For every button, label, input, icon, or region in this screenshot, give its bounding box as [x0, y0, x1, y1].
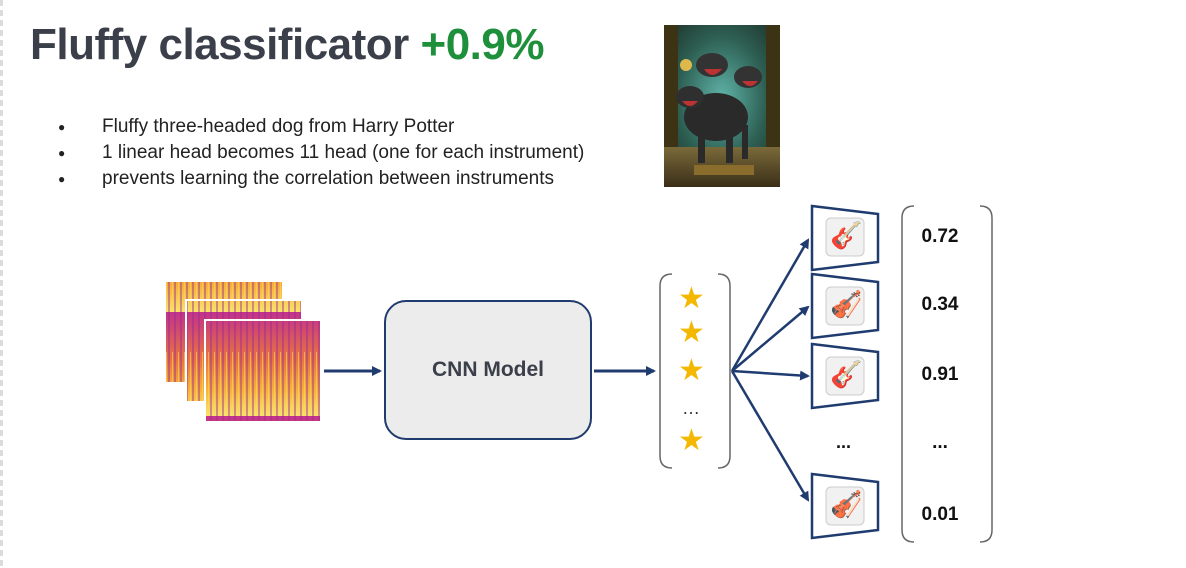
probability-value: 0.34	[921, 294, 959, 315]
probability-ellipsis: ...	[932, 432, 948, 453]
feature-ellipsis: …	[682, 398, 701, 418]
acoustic-guitar-icon: 🎸	[830, 220, 863, 250]
arrow-to-head-1	[730, 238, 810, 372]
violin-icon: 🎻	[830, 289, 863, 319]
violin-bow-icon: 🎻	[830, 489, 863, 519]
prob-bracket-right	[979, 205, 993, 543]
feature-star-icon: ★	[678, 354, 705, 387]
feature-star-icon: ★	[678, 316, 705, 349]
cnn-model-box: CNN Model	[384, 300, 592, 440]
feature-star-icon: ★	[678, 282, 705, 315]
diagram-canvas	[166, 204, 993, 543]
arrow-to-head-4	[730, 370, 810, 502]
feature-vector: ★ ★ ★ … ★	[660, 272, 732, 468]
spectrogram-stack	[166, 282, 322, 423]
probability-value: 0.01	[921, 504, 959, 525]
electric-guitar-icon: 🎸	[830, 359, 863, 389]
probability-value: 0.72	[921, 226, 959, 247]
cnn-model-label: CNN Model	[432, 358, 544, 381]
probability-value: 0.91	[921, 364, 959, 385]
arrow-to-head-3	[731, 369, 810, 381]
heads-ellipsis: ...	[836, 432, 852, 452]
feature-star-icon: ★	[678, 424, 705, 457]
arrow-to-head-2	[731, 305, 810, 372]
